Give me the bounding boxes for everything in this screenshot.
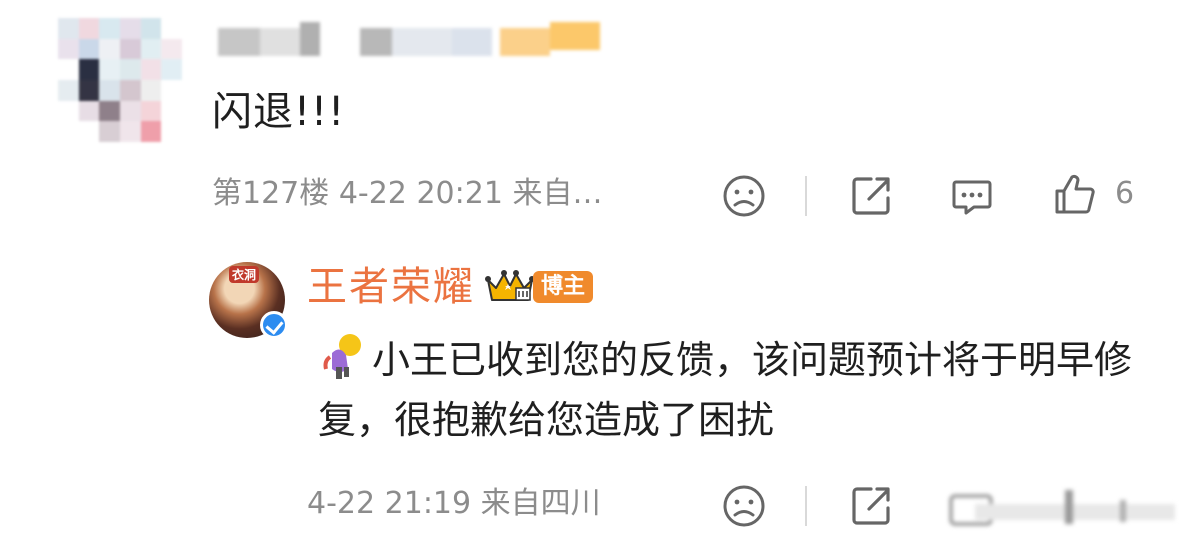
reply-share-icon[interactable] [849, 484, 893, 528]
sad-face-icon[interactable] [722, 174, 766, 218]
reply-sad-face-icon[interactable] [722, 484, 766, 528]
comment-text: 闪退!!! [212, 89, 346, 135]
reply-time: 21:19 [384, 486, 472, 521]
avatar-tag: 衣洞 [229, 266, 260, 283]
reply-text: 小王已收到您的反馈，该问题预计将于明早修复，很抱歉给您造成了困扰 [318, 330, 1158, 450]
comment-date: 4-22 [338, 176, 407, 211]
comment-source[interactable]: 来自… [512, 176, 602, 211]
comment-meta: 第127楼 4-22 20:21 来自… [212, 176, 602, 212]
action-divider [805, 176, 807, 216]
reply-date: 4-22 [307, 486, 376, 521]
comment-icon[interactable] [950, 174, 994, 218]
verified-icon [260, 311, 288, 339]
thumbs-up-icon[interactable] [1053, 172, 1097, 216]
reply-source: 来自四川 [480, 486, 601, 521]
reply-action-divider [805, 486, 807, 526]
share-icon[interactable] [849, 174, 893, 218]
comment-time: 20:21 [416, 176, 503, 211]
reply-text-content: 小王已收到您的反馈，该问题预计将于明早修复，很抱歉给您造成了困扰 [318, 338, 1133, 442]
crown-icon [482, 266, 538, 310]
commenter-avatar-blurred[interactable] [58, 18, 182, 142]
like-count: 6 [1115, 176, 1135, 211]
blogger-badge: 博主 [533, 271, 594, 303]
blurred-actions-overlay [945, 490, 1179, 530]
commenter-name-blurred[interactable] [218, 18, 618, 62]
reply-author-name[interactable]: 王者荣耀 [307, 263, 475, 311]
reply-meta: 4-22 21:19 来自四川 [307, 486, 601, 522]
comment-floor: 第127楼 [212, 176, 330, 211]
person-emoji-icon [318, 331, 366, 381]
